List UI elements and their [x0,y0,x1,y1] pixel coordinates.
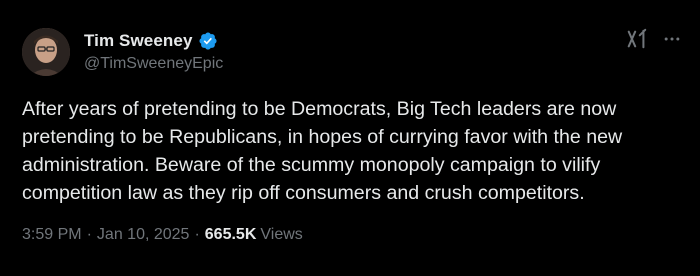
tweet-text-line: competition law as they rip off consumer… [22,182,585,204]
avatar-image [22,28,70,76]
tweet-date[interactable]: Jan 10, 2025 [97,226,190,244]
tweet-text-line: After years of pretending to be Democrat… [22,98,617,120]
display-name[interactable]: Tim Sweeney [84,31,193,51]
avatar[interactable] [22,28,70,76]
tweet-meta: 3:59 PM · Jan 10, 2025 · 665.5K Views [22,226,303,244]
tweet-time[interactable]: 3:59 PM [22,226,82,244]
name-row: Tim Sweeney [84,30,223,52]
views-label: Views [260,226,303,243]
tweet-actions-top [626,28,682,50]
verified-badge-icon[interactable] [198,31,218,51]
more-options-icon[interactable] [662,29,682,49]
grok-icon[interactable] [626,28,648,50]
tweet-text-line: pretending to be Republicans, in hopes o… [22,126,623,148]
views-count[interactable]: 665.5K [205,226,257,244]
tweet-card: Tim Sweeney @TimSweeneyEpic After years … [0,0,700,276]
tweet-text-line: administration. Beware of the scummy mon… [22,154,601,176]
tweet-text: After years of pretending to be Democrat… [22,95,682,207]
meta-separator: · [86,226,92,243]
meta-separator: · [194,226,200,243]
author-handle[interactable]: @TimSweeneyEpic [84,55,223,73]
author-header: Tim Sweeney @TimSweeneyEpic [84,30,223,73]
